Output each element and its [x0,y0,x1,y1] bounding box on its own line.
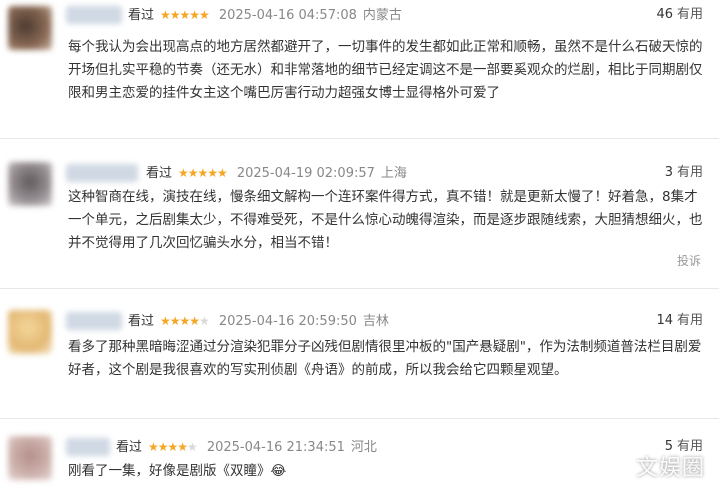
report-link[interactable]: 投诉 [677,252,701,269]
useful-label: 有用 [676,7,703,22]
useful-button[interactable]: 14 有用 [656,312,703,330]
review-location: 上海 [380,166,407,181]
useful-label: 有用 [676,313,703,328]
review-item: 看过 ★★★★★ 2025-04-19 02:09:57 上海 3 有用 这种智商在线，… [0,158,719,278]
watermark: 文娱圈 [635,456,705,481]
avatar[interactable] [8,310,52,354]
username-blurred[interactable] [66,6,122,24]
useful-count: 3 [664,165,673,180]
avatar[interactable] [8,436,52,480]
username-blurred[interactable] [66,438,110,456]
avatar[interactable] [8,6,52,50]
review-meta: 看过 ★★★★★ 2025-04-16 04:57:08 内蒙古 [128,6,402,25]
review-time: 2025-04-16 21:34:51 [206,440,345,455]
review-item: 看过 ★★★★★ 2025-04-16 04:57:08 内蒙古 46 有用 每个我认为… [0,0,719,120]
review-time: 2025-04-19 02:09:57 [236,166,375,181]
divider [0,138,719,139]
watched-label: 看过 [116,440,143,455]
divider [0,288,719,289]
review-meta: 看过 ★★★★★ 2025-04-16 21:34:51 河北 [116,438,377,457]
review-text: 刚看了一集，好像是剧版《双瞳》😂 [68,463,287,479]
watched-label: 看过 [128,8,155,23]
review-text: 这种智商在线，演技在线，慢条细文解构一个连环案件得方式，真不错！就是更新太慢了！… [68,189,703,251]
review-location: 河北 [350,440,377,455]
useful-button[interactable]: 3 有用 [665,164,703,182]
review-time: 2025-04-16 04:57:08 [218,8,357,23]
useful-button[interactable]: 46 有用 [656,6,703,24]
review-meta: 看过 ★★★★★ 2025-04-19 02:09:57 上海 [146,164,407,183]
review-text: 每个我认为会出现高点的地方居然都避开了，一切事件的发生都如此正常和顺畅，虽然不是… [68,39,703,101]
review-time: 2025-04-16 20:59:50 [218,314,357,329]
useful-count: 14 [656,313,673,328]
useful-count: 46 [656,7,673,22]
review-item: 看过 ★★★★★ 2025-04-16 20:59:50 吉林 14 有用 看多了那种黑… [0,306,719,396]
rating-stars: ★★★★★ [148,440,198,454]
review-location: 内蒙古 [362,8,402,23]
rating-stars: ★★★★★ [160,314,210,328]
review-text: 看多了那种黑暗晦涩通过分渲染犯罪分子凶残但剧情很里冲板的"国产悬疑剧"，作为法制… [68,339,702,378]
avatar[interactable] [8,162,52,206]
watched-label: 看过 [128,314,155,329]
review-item: 看过 ★★★★★ 2025-04-16 21:34:51 河北 5 有用 刚看了一集，好… [0,432,719,492]
username-blurred[interactable] [66,312,122,330]
rating-stars: ★★★★★ [160,8,210,22]
useful-label: 有用 [676,165,703,180]
divider [0,418,719,419]
review-meta: 看过 ★★★★★ 2025-04-16 20:59:50 吉林 [128,312,389,331]
review-location: 吉林 [362,314,389,329]
rating-stars: ★★★★★ [178,166,228,180]
watched-label: 看过 [146,166,173,181]
username-blurred[interactable] [66,164,138,182]
